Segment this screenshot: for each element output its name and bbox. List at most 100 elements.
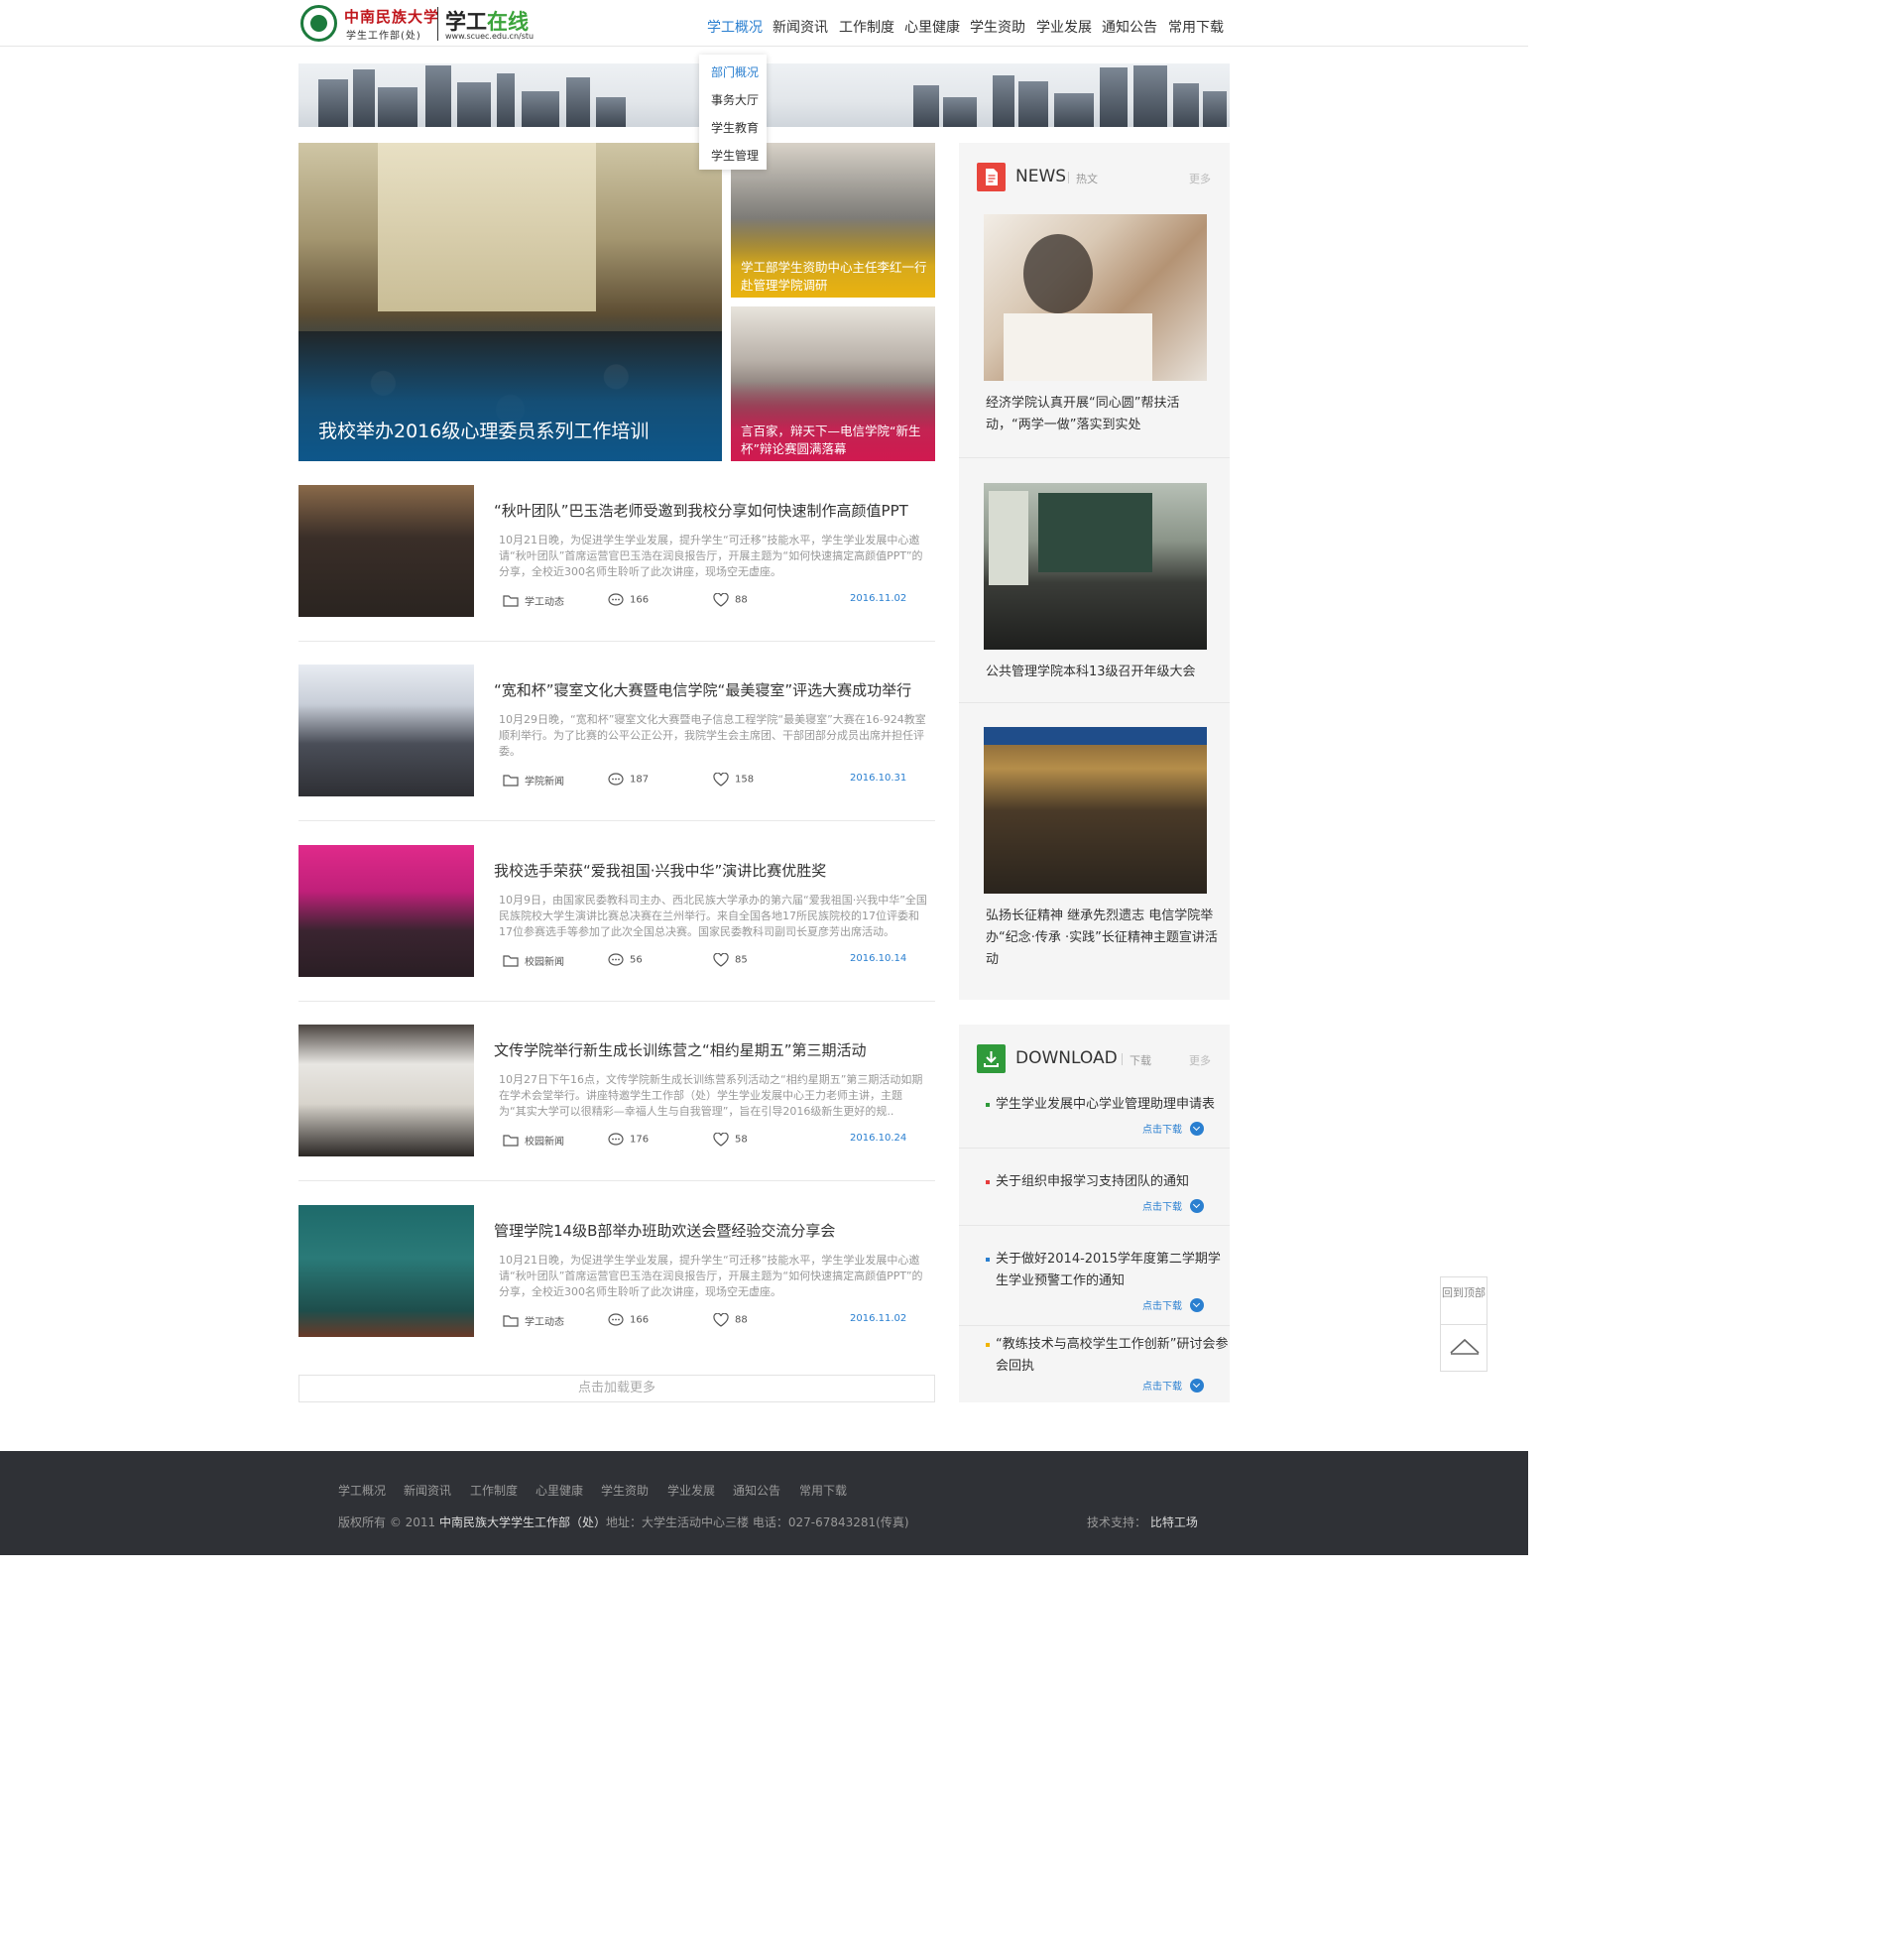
article-comment-count: 56	[630, 954, 643, 966]
article-category[interactable]: 学院新闻	[503, 773, 564, 787]
news-item-title[interactable]: 公共管理学院本科13级召开年级大会	[986, 662, 1220, 683]
news-item-title[interactable]: 弘扬长征精神 继承先烈遗志 电信学院举办“纪念·传承 ·实践”长征精神主题宣讲活…	[986, 906, 1220, 971]
footer-nav-item[interactable]: 新闻资讯	[404, 1482, 451, 1499]
article-item[interactable]: 我校选手荣获“爱我祖国·兴我中华”演讲比赛优胜奖 10月9日，由国家民委教科司主…	[298, 845, 935, 1004]
article-comments[interactable]: 187	[608, 773, 649, 787]
news-item-title[interactable]: 经济学院认真开展“同心圆”帮扶活动，“两学一做”落实到实处	[986, 393, 1220, 436]
download-button[interactable]: 点击下载	[1142, 1378, 1204, 1393]
tech-support-link[interactable]: 比特工场	[1150, 1515, 1198, 1529]
news-panel-subtitle: 热文	[1076, 173, 1098, 185]
dropdown-item-service-hall[interactable]: 事务大厅	[711, 91, 759, 108]
hero-side-caption: 学工部学生资助中心主任李红一行赴管理学院调研	[741, 260, 927, 293]
article-item[interactable]: 管理学院14级B部举办班助欢送会暨经验交流分享会 10月21日晚，为促进学生学业…	[298, 1205, 935, 1364]
article-item[interactable]: “秋叶团队”巴玉浩老师受邀到我校分享如何快速制作高颜值PPT 10月21日晚，为…	[298, 485, 935, 644]
article-meta: 校园新闻 56 85 2016.10.14	[503, 952, 919, 968]
download-button[interactable]: 点击下载	[1142, 1198, 1204, 1213]
article-thumbnail[interactable]	[298, 1205, 474, 1337]
article-title[interactable]: “宽和杯”寝室文化大赛暨电信学院“最美寝室”评选大赛成功举行	[494, 679, 911, 700]
sidebar-news-panel: NEWS 热文 更多 经济学院认真开展“同心圆”帮扶活动，“两学一做”落实到实处…	[959, 143, 1230, 1000]
article-thumbnail[interactable]	[298, 665, 474, 796]
footer-copyright: 版权所有 © 2011 中南民族大学学生工作部（处）地址：大学生活动中心三楼 电…	[338, 1515, 909, 1529]
article-category-label: 校园新闻	[525, 1137, 564, 1148]
download-icon	[977, 1044, 1006, 1073]
article-comments[interactable]: 166	[608, 593, 649, 607]
download-more-link[interactable]: 更多	[1189, 1052, 1211, 1068]
university-seal-icon	[300, 5, 337, 42]
nav-item-news[interactable]: 新闻资讯	[773, 17, 828, 37]
article-thumbnail[interactable]	[298, 845, 474, 977]
footer-nav-item[interactable]: 心里健康	[536, 1482, 583, 1499]
news-item-image[interactable]	[984, 727, 1207, 894]
article-likes[interactable]: 85	[713, 952, 748, 967]
download-item-title[interactable]: 关于组织申报学习支持团队的通知	[996, 1171, 1230, 1193]
dropdown-item-department[interactable]: 部门概况	[711, 63, 759, 80]
nav-item-downloads[interactable]: 常用下载	[1168, 17, 1224, 37]
article-meta: 学院新闻 187 158 2016.10.31	[503, 772, 919, 787]
article-excerpt: 10月21日晚，为促进学生学业发展，提升学生“可迁移”技能水平，学生学业发展中心…	[499, 1254, 923, 1298]
nav-item-rules[interactable]: 工作制度	[839, 17, 894, 37]
article-title[interactable]: “秋叶团队”巴玉浩老师受邀到我校分享如何快速制作高颜值PPT	[494, 500, 908, 521]
footer-nav-item[interactable]: 通知公告	[733, 1482, 780, 1499]
nav-item-notices[interactable]: 通知公告	[1102, 17, 1157, 37]
news-more-link[interactable]: 更多	[1189, 171, 1211, 186]
footer-nav-item[interactable]: 学业发展	[667, 1482, 715, 1499]
article-comments[interactable]: 56	[608, 953, 643, 967]
heart-icon	[713, 772, 729, 787]
article-title[interactable]: 管理学院14级B部举办班助欢送会暨经验交流分享会	[494, 1220, 835, 1241]
logo-divider	[437, 7, 438, 41]
article-title[interactable]: 文传学院举行新生成长训练营之“相约星期五”第三期活动	[494, 1039, 867, 1060]
article-title[interactable]: 我校选手荣获“爱我祖国·兴我中华”演讲比赛优胜奖	[494, 860, 826, 881]
back-to-top-button[interactable]: 回到顶部	[1440, 1276, 1488, 1372]
article-comments[interactable]: 166	[608, 1313, 649, 1327]
download-item-title[interactable]: 关于做好2014-2015学年度第二学期学生学业预警工作的通知	[996, 1249, 1230, 1292]
load-more-button[interactable]: 点击加载更多	[298, 1375, 935, 1402]
news-item-image[interactable]	[984, 483, 1207, 650]
article-likes[interactable]: 158	[713, 772, 755, 787]
article-item[interactable]: “宽和杯”寝室文化大赛暨电信学院“最美寝室”评选大赛成功举行 10月29日晚，“…	[298, 665, 935, 823]
article-category[interactable]: 校园新闻	[503, 1133, 564, 1148]
article-category[interactable]: 学工动态	[503, 593, 564, 608]
footer-nav-item[interactable]: 学工概况	[338, 1482, 386, 1499]
article-category[interactable]: 校园新闻	[503, 953, 564, 968]
article-category[interactable]: 学工动态	[503, 1313, 564, 1328]
download-arrow-icon	[1190, 1121, 1204, 1136]
dropdown-item-education[interactable]: 学生教育	[711, 119, 759, 136]
article-thumbnail[interactable]	[298, 485, 474, 617]
news-item-image[interactable]	[984, 214, 1207, 381]
article-comments[interactable]: 176	[608, 1133, 649, 1147]
article-likes[interactable]: 88	[713, 592, 748, 607]
download-arrow-icon	[1190, 1378, 1204, 1393]
site-footer: 学工概况 新闻资讯 工作制度 心里健康 学生资助 学业发展 通知公告 常用下载 …	[0, 1451, 1528, 1555]
article-divider	[298, 820, 935, 821]
logo-url: www.scuec.edu.cn/stu	[445, 32, 535, 41]
folder-icon	[503, 594, 519, 607]
article-thumbnail[interactable]	[298, 1025, 474, 1156]
comment-icon	[608, 1133, 624, 1146]
article-like-count: 158	[735, 774, 755, 786]
dropdown-item-management[interactable]: 学生管理	[711, 147, 759, 164]
footer-nav-item[interactable]: 学生资助	[601, 1482, 649, 1499]
footer-nav-item[interactable]: 常用下载	[799, 1482, 847, 1499]
nav-item-financial-aid[interactable]: 学生资助	[970, 17, 1025, 37]
hero-side-card[interactable]: 言百家，辩天下—电信学院“新生杯”辩论赛圆满落幕	[731, 306, 935, 461]
comment-icon	[608, 953, 624, 966]
article-likes[interactable]: 88	[713, 1312, 748, 1327]
article-likes[interactable]: 58	[713, 1132, 748, 1147]
download-button[interactable]: 点击下载	[1142, 1121, 1204, 1136]
nav-item-overview[interactable]: 学工概况	[707, 17, 763, 37]
hero-main-slide[interactable]: 我校举办2016级心理委员系列工作培训	[298, 143, 722, 461]
site-logo[interactable]: 中南民族大学 学生工作部(处) 学工在线 www.scuec.edu.cn/st…	[300, 5, 534, 43]
article-excerpt: 10月27日下午16点，文传学院新生成长训练营系列活动之“相约星期五”第三期活动…	[499, 1073, 923, 1118]
article-excerpt: 10月9日，由国家民委教科司主办、西北民族大学承办的第六届“爱我祖国·兴我中华”…	[499, 894, 927, 938]
article-comment-count: 187	[630, 774, 650, 786]
bullet-icon	[986, 1258, 990, 1262]
download-item-title[interactable]: “教练技术与高校学生工作创新”研讨会参会回执	[996, 1334, 1230, 1378]
download-item-title[interactable]: 学生学业发展中心学业管理助理申请表	[996, 1094, 1230, 1116]
nav-item-academic[interactable]: 学业发展	[1036, 17, 1092, 37]
article-category-label: 学院新闻	[525, 777, 564, 787]
article-divider	[298, 1180, 935, 1181]
footer-nav-item[interactable]: 工作制度	[470, 1482, 518, 1499]
nav-item-mental-health[interactable]: 心里健康	[904, 17, 960, 37]
download-button[interactable]: 点击下载	[1142, 1297, 1204, 1312]
article-item[interactable]: 文传学院举行新生成长训练营之“相约星期五”第三期活动 10月27日下午16点，文…	[298, 1025, 935, 1183]
